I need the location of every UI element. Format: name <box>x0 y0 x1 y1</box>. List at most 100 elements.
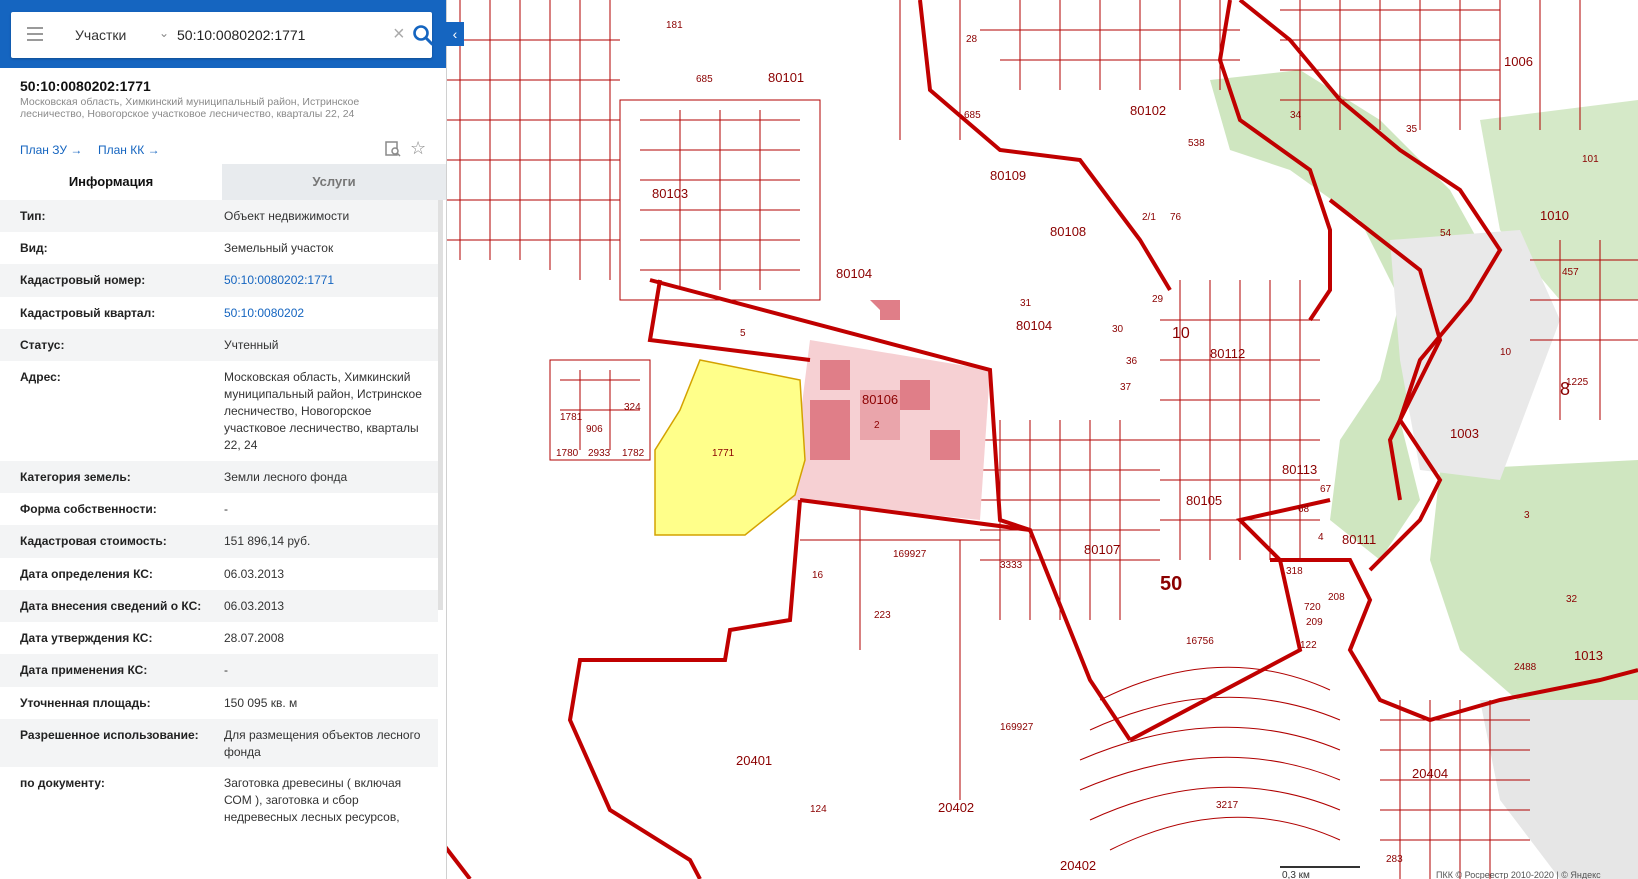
row-label: Категория земель: <box>20 470 131 484</box>
layer-select-label: Участки <box>75 27 127 43</box>
plan-zu-link[interactable]: План ЗУ → <box>20 143 82 157</box>
row-value: Учтенный <box>224 338 279 352</box>
map-label: 80101 <box>768 70 804 85</box>
plan-kk-link[interactable]: План КК → <box>98 143 160 157</box>
map-label: 10 <box>1172 325 1190 342</box>
map-label: 80102 <box>1130 103 1166 118</box>
row-label: Статус: <box>20 338 65 352</box>
info-panel: Участки ⌄ × 50:10:0080202:1771 Московска… <box>0 0 447 879</box>
map-label: 28 <box>966 34 978 45</box>
close-icon[interactable]: × <box>393 23 405 46</box>
building-area <box>790 300 990 520</box>
row-label: Адрес: <box>20 370 61 384</box>
map-label: 1013 <box>1574 648 1603 663</box>
cadastral-number-link[interactable]: 50:10:0080202:1771 <box>224 272 429 289</box>
map-label: 5 <box>740 328 746 339</box>
map-label: 34 <box>1290 110 1302 121</box>
map-label: 54 <box>1440 228 1452 239</box>
print-preview-icon[interactable] <box>384 140 402 158</box>
map-label: 283 <box>1386 854 1403 865</box>
map-label: 1010 <box>1540 208 1569 223</box>
row-value: Заготовка древесины ( включая СОМ ), заг… <box>224 776 402 824</box>
tab-services[interactable]: Услуги <box>222 164 446 200</box>
collapse-panel-button[interactable]: ‹ <box>446 22 464 46</box>
row-value: 06.03.2013 <box>224 599 285 613</box>
table-row: Дата внесения сведений о КС: 06.03.2013 <box>0 590 438 622</box>
green-areas <box>1210 70 1638 879</box>
layer-select[interactable]: Участки ⌄ <box>63 12 170 58</box>
chevron-down-icon: ⌄ <box>159 26 170 40</box>
table-row: Кадастровая стоимость: 151 896,14 руб. <box>0 525 438 558</box>
map-label: 906 <box>586 424 603 435</box>
row-label: Тип: <box>20 209 46 223</box>
map-label: 20402 <box>938 800 974 815</box>
tab-info[interactable]: Информация <box>0 164 222 200</box>
search-icon[interactable] <box>411 23 435 47</box>
table-row: Вид: Земельный участок <box>0 232 438 264</box>
table-row: Дата применения КС: - <box>0 654 438 687</box>
map-label: 720 <box>1304 602 1321 613</box>
row-label: Дата определения КС: <box>20 567 153 581</box>
map-label: 80104 <box>1016 318 1052 333</box>
map-label: 169927 <box>1000 722 1034 733</box>
map-label: 80112 <box>1210 346 1245 361</box>
row-label: Вид: <box>20 241 48 255</box>
map-label: 3 <box>1524 510 1530 521</box>
map-label: 2 <box>874 420 880 431</box>
map-label: 20401 <box>736 753 772 768</box>
map-label: 1780 <box>556 448 579 459</box>
table-row: Дата утверждения КС: 28.07.2008 <box>0 622 438 654</box>
row-value: - <box>224 502 228 516</box>
table-row: Тип: Объект недвижимости <box>0 200 438 232</box>
map-label: 4 <box>1318 532 1324 543</box>
map-label: 80109 <box>990 168 1026 183</box>
cadastral-quarter-link[interactable]: 50:10:0080202 <box>224 305 429 322</box>
map-label: 538 <box>1188 138 1205 149</box>
map-label: 80106 <box>862 392 898 407</box>
table-row: Категория земель: Земли лесного фонда <box>0 461 438 493</box>
map-label: 35 <box>1406 124 1418 135</box>
map-label: 80105 <box>1186 493 1222 508</box>
map-label: 20404 <box>1412 766 1448 781</box>
row-value: Земли лесного фонда <box>224 470 348 484</box>
map-label: 324 <box>624 402 641 413</box>
table-row: Кадастровый номер: 50:10:0080202:1771 <box>0 264 438 297</box>
map-label: 318 <box>1286 566 1303 577</box>
row-value: 28.07.2008 <box>224 631 285 645</box>
map-label: 122 <box>1300 640 1317 651</box>
table-row: Форма собственности: - <box>0 493 438 525</box>
map-label: 169927 <box>893 549 927 560</box>
cadastral-number-title: 50:10:0080202:1771 <box>20 78 151 94</box>
map-label: 208 <box>1328 592 1345 603</box>
map-label: 1771 <box>712 448 735 459</box>
map-label: 181 <box>666 20 683 31</box>
row-value: - <box>224 663 228 677</box>
map-label: 32 <box>1566 594 1578 605</box>
menu-icon[interactable] <box>27 27 43 43</box>
star-icon[interactable]: ☆ <box>410 138 426 159</box>
row-value: Московская область, Химкинский муниципал… <box>224 370 422 452</box>
map-label: 223 <box>874 610 891 621</box>
row-label: Кадастровая стоимость: <box>20 534 167 548</box>
row-label: Дата внесения сведений о КС: <box>20 599 202 613</box>
table-row: Разрешенное использование: Для размещени… <box>0 719 438 767</box>
map-label: 457 <box>1562 267 1579 278</box>
scrollbar[interactable] <box>438 200 443 610</box>
table-row: Статус: Учтенный <box>0 329 438 361</box>
table-row: Уточненная площадь: 150 095 кв. м <box>0 687 438 719</box>
row-label: Уточненная площадь: <box>20 696 151 710</box>
map-label: 124 <box>810 804 827 815</box>
map-label: 1225 <box>1566 377 1589 388</box>
map-label: 1003 <box>1450 426 1479 441</box>
map-label: 80107 <box>1084 542 1120 557</box>
map-label: 37 <box>1120 382 1132 393</box>
search-input[interactable] <box>177 22 377 48</box>
map-label: 101 <box>1582 154 1599 165</box>
row-label: Форма собственности: <box>20 502 157 516</box>
table-row: Дата определения КС: 06.03.2013 <box>0 558 438 590</box>
map-label: 3217 <box>1216 800 1239 811</box>
map-label: 1781 <box>560 412 583 423</box>
map-label: 30 <box>1112 324 1124 335</box>
map-label: 76 <box>1170 212 1182 223</box>
row-label: по документу: <box>20 776 105 790</box>
